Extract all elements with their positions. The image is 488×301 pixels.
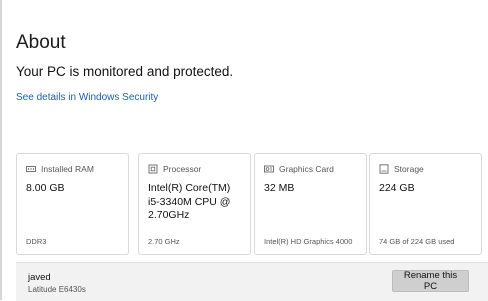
storage-card-label: Storage bbox=[394, 164, 424, 174]
graphics-card-icon bbox=[264, 165, 274, 173]
processor-card: Processor Intel(R) Core(TM) i5-3340M CPU… bbox=[138, 153, 251, 255]
ram-card-value: 8.00 GB bbox=[26, 182, 65, 194]
ram-card-detail: DDR3 bbox=[26, 237, 47, 246]
graphics-card-value: 32 MB bbox=[264, 182, 295, 194]
processor-card-header: Processor bbox=[148, 164, 201, 174]
graphics-card-label: Graphics Card bbox=[279, 164, 334, 174]
graphics-card-header: Graphics Card bbox=[264, 164, 334, 174]
storage-icon bbox=[379, 164, 389, 174]
windows-security-link[interactable]: See details in Windows Security bbox=[16, 92, 158, 103]
storage-card-header: Storage bbox=[379, 164, 424, 174]
ram-card: Installed RAM 8.00 GB DDR3 bbox=[16, 153, 129, 255]
processor-card-label: Processor bbox=[163, 164, 202, 174]
processor-card-detail: 2.70 GHz bbox=[148, 237, 180, 246]
window-left-edge bbox=[0, 0, 2, 300]
ram-card-header: Installed RAM bbox=[26, 164, 94, 174]
specs-cards: Installed RAM 8.00 GB DDR3 Processor Int… bbox=[16, 153, 488, 255]
processor-icon bbox=[148, 164, 158, 174]
ram-icon bbox=[26, 166, 36, 172]
device-name: javed bbox=[28, 272, 51, 283]
protection-status: Your PC is monitored and protected. bbox=[16, 64, 234, 79]
storage-card: Storage 224 GB 74 GB of 224 GB used bbox=[369, 153, 482, 255]
storage-card-detail: 74 GB of 224 GB used bbox=[379, 237, 455, 246]
ram-card-label: Installed RAM bbox=[41, 164, 94, 174]
storage-card-value: 224 GB bbox=[379, 182, 415, 194]
page-title: About bbox=[16, 32, 66, 53]
graphics-card: Graphics Card 32 MB Intel(R) HD Graphics… bbox=[254, 153, 367, 255]
device-model: Latitude E6430s bbox=[28, 285, 86, 294]
rename-pc-button[interactable]: Rename this PC bbox=[392, 270, 469, 292]
device-name-bar: javed Latitude E6430s Rename this PC bbox=[16, 262, 488, 301]
graphics-card-detail: Intel(R) HD Graphics 4000 bbox=[264, 237, 353, 246]
processor-card-value: Intel(R) Core(TM) i5-3340M CPU @ 2.70GHz bbox=[148, 182, 231, 221]
